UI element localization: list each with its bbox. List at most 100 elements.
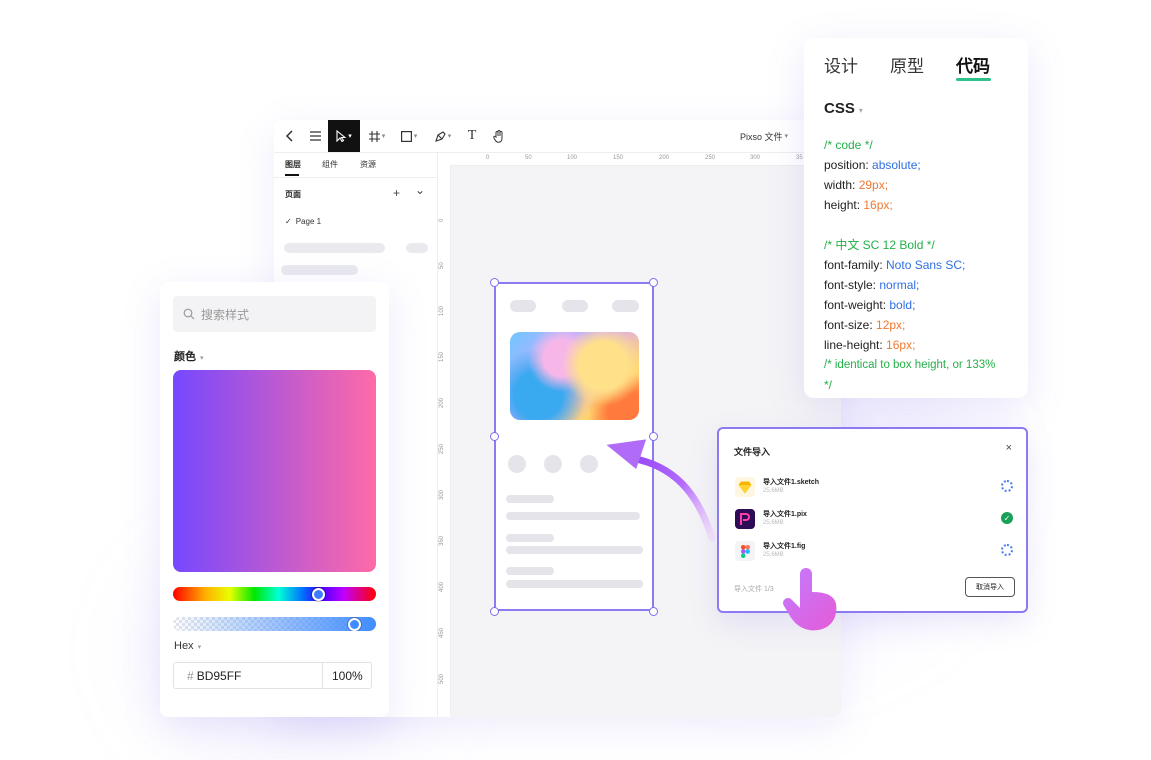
hand-icon [493,129,503,143]
code-line: font-style: normal; [824,278,920,292]
ruler-tick: 50 [525,155,532,161]
skeleton-dot [508,455,526,473]
pen-tool-button[interactable]: ▾ [430,120,456,152]
tab-design[interactable]: 设计 [824,52,858,77]
skeleton-line [284,243,385,253]
color-format-select[interactable]: Hex ▾ [174,640,201,652]
hex-value: BD95FF [196,669,242,683]
file-size: 25.6MB [763,552,784,558]
hex-input-group: # BD95FF 100% [173,662,372,689]
resize-handle-bottom-left[interactable] [490,607,499,616]
text-tool-button[interactable]: T [462,120,482,152]
language-select[interactable]: CSS ▾ [824,100,863,117]
ruler-tick: 500 [439,673,445,684]
page-item[interactable]: ✓ Page 1 [285,217,321,226]
cancel-import-button[interactable]: 取消导入 [965,577,1015,597]
tab-assets[interactable]: 资源 [360,159,376,170]
file-name: 导入文件1.pix [763,511,807,518]
ruler-tick: 200 [659,155,670,161]
opacity-input[interactable]: 100% [332,669,363,683]
alpha-slider[interactable] [173,617,376,631]
tab-layers[interactable]: 图层 [285,159,301,170]
code-comment: /* code */ [824,138,873,152]
page-item-label: Page 1 [295,217,322,226]
left-panel-tabs: 图层 组件 资源 [274,153,437,178]
ruler-tick: 200 [439,397,445,408]
import-file-item: 导入文件1.sketch 25.6MB [735,477,1015,501]
ruler-tick: 350 [439,535,445,546]
tab-components[interactable]: 组件 [322,159,338,170]
file-size: 25.6MB [763,488,784,494]
color-label: 颜色 [174,351,196,363]
chevron-down-icon: ▾ [197,644,202,651]
close-button[interactable]: × [1006,442,1012,454]
divider [322,663,323,688]
skeleton-bar [506,546,643,554]
skeleton-bar [506,580,643,588]
hand-pointer-icon [783,568,837,631]
pen-icon [434,130,446,142]
ruler-tick: 100 [439,305,445,316]
resize-handle-bottom-right[interactable] [649,607,658,616]
resize-handle-top-right[interactable] [649,278,658,287]
hex-input[interactable]: # BD95FF [187,669,241,683]
resize-handle-left[interactable] [490,432,499,441]
chevron-down-icon: ▾ [200,355,204,362]
color-section-label[interactable]: 颜色 ▾ [174,348,204,364]
search-placeholder: 搜索样式 [201,307,250,322]
skeleton-bar [506,495,554,503]
ruler-tick: 0 [439,218,445,222]
code-line: width: 29px; [824,178,889,192]
rectangle-tool-button[interactable]: ▾ [396,120,422,152]
search-icon [183,308,195,320]
pages-header: 页面 + ⌄ [285,183,430,200]
ruler-tick: 50 [439,262,445,269]
frame-icon [368,130,380,142]
tab-prototype[interactable]: 原型 [890,52,924,77]
move-tool-button[interactable]: ▾ [328,120,360,152]
tab-code[interactable]: 代码 [956,52,990,77]
collapse-pages-button[interactable]: ⌄ [415,183,425,197]
cursor-icon [336,130,347,142]
frame-tool-button[interactable]: ▾ [364,120,390,152]
alpha-fill [173,617,376,631]
ruler-tick: 150 [439,351,445,362]
hash-symbol: # [187,669,194,683]
ruler-tick: 450 [439,627,445,638]
menu-button[interactable] [304,120,326,152]
skeleton-pill [562,300,588,312]
code-line: font-weight: bold; [824,298,916,312]
color-gradient-picker[interactable] [173,370,376,572]
language-label: CSS [824,100,855,117]
pixso-icon [735,509,755,529]
tab-underline [285,174,299,176]
dialog-title: 文件导入 [734,447,771,457]
chevron-down-icon: ▾ [858,106,863,115]
file-menu[interactable]: Pixso 文件 ▾ [732,120,796,152]
skeleton-pill [612,300,639,312]
import-progress: 导入文件 1/3 [734,586,774,593]
menu-icon [309,131,321,141]
resize-handle-top-left[interactable] [490,278,499,287]
hand-tool-button[interactable] [488,120,510,152]
add-page-button[interactable]: + [393,186,400,200]
style-search-input[interactable]: 搜索样式 [173,296,376,332]
rectangle-icon [400,130,412,142]
hue-slider[interactable] [173,587,376,601]
import-file-item: 导入文件1.fig 25.6MB [735,541,1015,565]
back-button[interactable] [278,120,302,152]
code-line: line-height: 16px; [824,338,916,352]
hex-label: Hex [174,640,194,652]
hue-slider-knob[interactable] [311,587,325,601]
file-menu-label: Pixso 文件 [739,131,783,142]
curved-arrow-icon [606,439,716,542]
loading-spinner-icon [1001,544,1013,556]
code-line: height: 16px; [824,198,893,212]
skeleton-bar [506,534,554,542]
active-tab-underline [956,78,991,81]
ruler-tick: 400 [439,581,445,592]
alpha-slider-knob[interactable] [347,617,361,631]
ruler-tick: 35 [796,155,803,161]
code-line: position: absolute; [824,158,921,172]
